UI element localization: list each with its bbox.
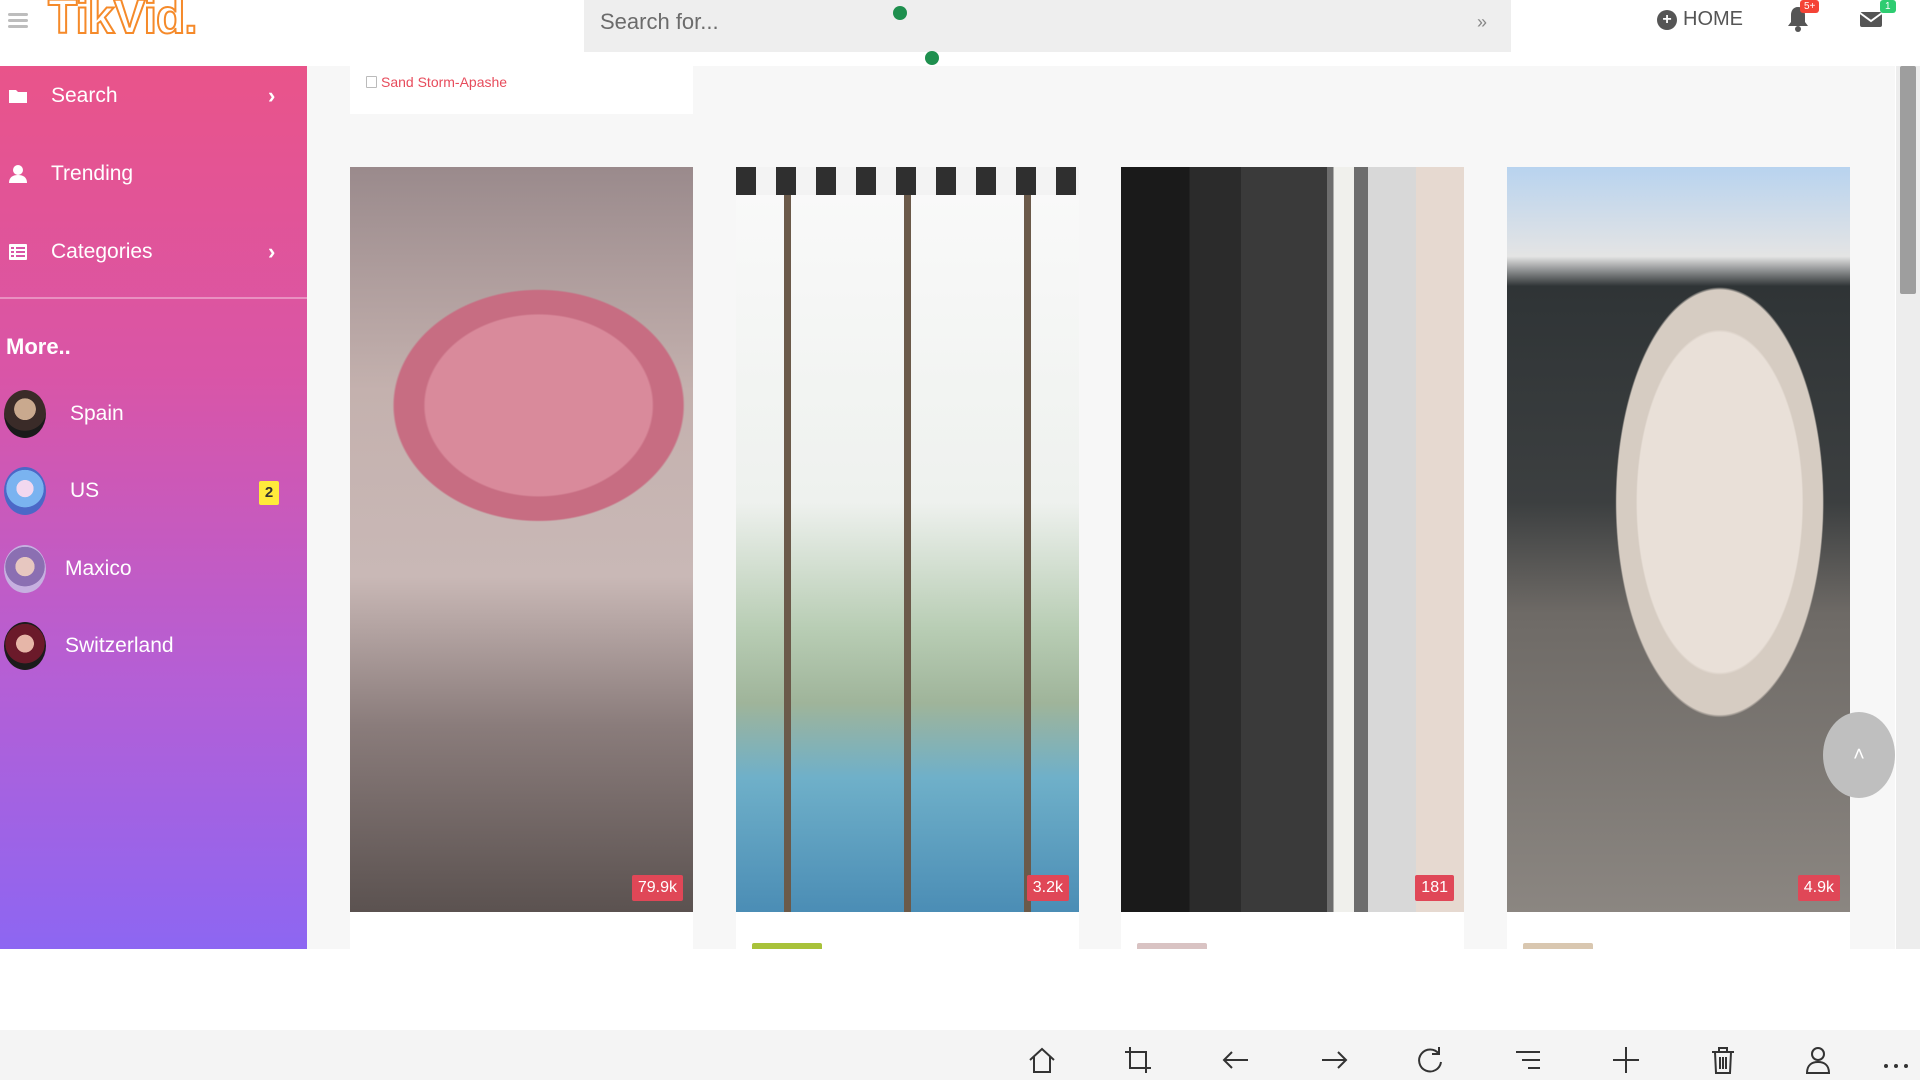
sidebar-item-label: Search [51,84,118,107]
sidebar-item-label: Categories [51,240,153,263]
search-input[interactable] [600,0,1460,44]
browser-toolbar [0,1030,1920,1080]
home-icon[interactable] [1026,1044,1058,1076]
trash-icon[interactable] [1707,1044,1739,1076]
refresh-icon[interactable] [1414,1044,1446,1076]
view-count-badge: 4.9k [1797,875,1840,901]
view-count-badge: 79.9k [631,875,683,901]
sidebar-item-us[interactable]: US 2 [0,461,307,521]
sidebar-divider [0,297,307,299]
home-link[interactable]: + HOME [1657,8,1743,31]
country-label: Maxico [65,557,132,580]
profile-icon[interactable] [1802,1044,1834,1076]
country-label: US [70,479,100,502]
forward-arrow-icon[interactable] [1318,1044,1350,1076]
add-icon[interactable] [1610,1044,1642,1076]
count-badge: 2 [259,481,279,505]
sidebar-item-trending[interactable]: Trending [0,144,307,204]
menu-icon[interactable] [1512,1044,1544,1076]
sidebar-item-spain[interactable]: Spain [0,384,307,444]
notification-badge: 5+ [1800,0,1820,13]
logo[interactable]: TikVid. [47,0,199,45]
avatar [4,467,46,515]
video-thumbnail[interactable] [1121,167,1464,912]
hamburger-menu-icon[interactable] [8,10,28,30]
avatar [4,545,46,593]
scroll-to-top-button[interactable]: ˄ [1823,712,1895,798]
back-arrow-icon[interactable] [1220,1044,1252,1076]
top-bar: TikVid. » + HOME 5+ 1 [0,0,1920,66]
mail-badge: 1 [1880,0,1896,13]
scrollbar-thumb[interactable] [1900,66,1916,294]
sidebar-item-label: Trending [51,162,134,185]
more-icon[interactable] [1880,1044,1912,1076]
chevron-up-icon: ˄ [1853,744,1865,766]
chevron-right-icon: › [268,83,276,108]
indicator-dot [925,51,939,65]
user-icon [9,165,27,183]
country-label: Spain [70,402,124,425]
music-tag-label: Sand Storm-Apashe [381,74,508,90]
plus-circle-icon: + [1657,9,1677,30]
sidebar-item-categories[interactable]: Categories › [0,222,307,282]
video-card[interactable]: 4.9k [1507,167,1850,949]
chevron-right-icon: › [268,239,276,264]
video-thumbnail[interactable] [350,167,693,912]
more-title: More.. [6,334,71,359]
sidebar-item-maxico[interactable]: Maxico [0,539,307,599]
video-card[interactable]: 3.2k [736,167,1079,949]
music-tag[interactable]: Sand Storm-Apashe [366,74,507,90]
list-icon [9,244,27,260]
video-thumbnail[interactable] [1507,167,1850,912]
folder-icon [9,90,27,103]
sidebar-item-switzerland[interactable]: Switzerland [0,616,307,676]
crop-icon[interactable] [1122,1044,1154,1076]
search-submit-icon[interactable]: » [1477,12,1487,33]
search-bar: » [584,0,1511,52]
avatar [4,390,46,438]
sidebar-item-search[interactable]: Search › [0,66,307,126]
blank-area [0,949,1920,1030]
view-count-badge: 181 [1415,875,1454,901]
avatar [4,622,46,670]
calendar-icon [366,76,377,88]
home-label: HOME [1683,8,1743,30]
sidebar: Search › Trending Categories › More.. Sp… [0,66,307,949]
country-label: Switzerland [65,634,174,657]
scrollbar[interactable] [1896,66,1920,949]
video-feed: Sand Storm-Apashe 79.9k 3.2k 181 4.9k [307,66,1895,949]
view-count-badge: 3.2k [1026,875,1069,901]
video-thumbnail[interactable] [736,167,1079,912]
indicator-dot [893,6,907,20]
video-card[interactable]: Sand Storm-Apashe [350,66,693,114]
video-card[interactable]: 79.9k [350,167,693,949]
video-card[interactable]: 181 [1121,167,1464,949]
